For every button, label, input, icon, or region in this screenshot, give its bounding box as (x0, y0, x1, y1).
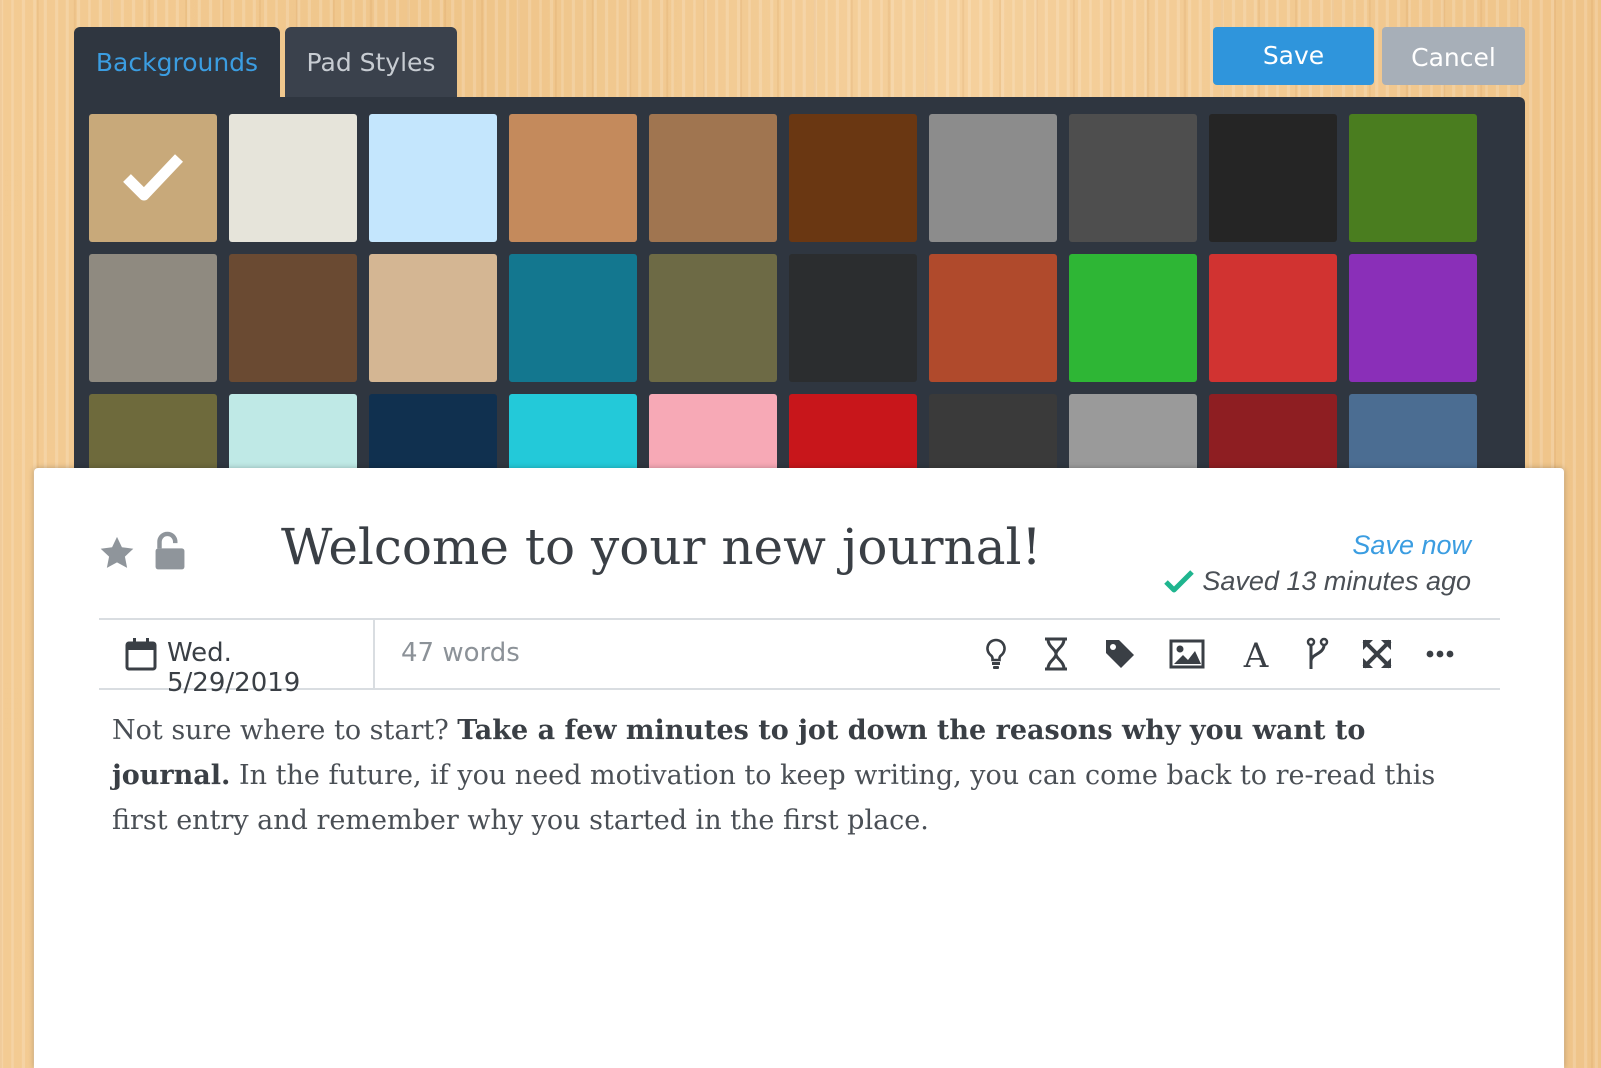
check-icon (1164, 570, 1195, 593)
entry-toolbar: Wed. 5/29/2019 47 words A (99, 618, 1500, 698)
swatch-parquet[interactable] (789, 114, 917, 242)
saved-status-text: Saved 13 minutes ago (1202, 566, 1471, 596)
saved-status: Saved 13 minutes ago (1164, 566, 1471, 597)
swatch-paint-splatter[interactable] (1349, 254, 1477, 382)
swatch-asphalt[interactable] (1069, 114, 1197, 242)
swatch-tree-bark[interactable] (649, 254, 777, 382)
calendar-icon (125, 638, 157, 671)
entry-body-intro: Not sure where to start? (112, 715, 458, 746)
svg-text:A: A (1243, 638, 1269, 670)
swatch-green-leaf[interactable] (1069, 254, 1197, 382)
swatch-brick-wall[interactable] (929, 254, 1057, 382)
swatch-black-leather[interactable] (1209, 114, 1337, 242)
swatch-cream[interactable] (229, 114, 357, 242)
swatch-denim[interactable] (1349, 394, 1477, 469)
swatch-gray-fabric[interactable] (929, 114, 1057, 242)
swatch-red-metal[interactable] (1209, 254, 1337, 382)
cancel-button[interactable]: Cancel (1382, 27, 1525, 85)
tab-pad-styles[interactable]: Pad Styles (285, 27, 457, 99)
swatch-pink-argyle[interactable] (649, 394, 777, 469)
swatch-light-blue[interactable] (369, 114, 497, 242)
swatch-water[interactable] (509, 254, 637, 382)
fullscreen-icon[interactable] (1357, 634, 1397, 674)
tab-backgrounds[interactable]: Backgrounds (74, 27, 280, 99)
branch-icon[interactable] (1297, 634, 1337, 674)
background-picker-panel (74, 97, 1525, 469)
swatch-red-plaid[interactable] (789, 394, 917, 469)
swatch-camouflage[interactable] (89, 394, 217, 469)
entry-title[interactable]: Welcome to your new journal! (281, 518, 1042, 576)
swatch-turquoise-swirl[interactable] (509, 394, 637, 469)
swatch-light-wood[interactable] (89, 114, 217, 242)
swatch-cork[interactable] (509, 114, 637, 242)
swatch-chalkboard[interactable] (789, 254, 917, 382)
entry-date: Wed. 5/29/2019 (167, 638, 301, 698)
entry-body-rest: In the future, if you need motivation to… (112, 760, 1436, 836)
swatch-sky-cloud[interactable] (229, 394, 357, 469)
save-button[interactable]: Save (1213, 27, 1374, 85)
hourglass-icon[interactable] (1036, 634, 1076, 674)
lightbulb-icon[interactable] (976, 634, 1016, 674)
save-now-link[interactable]: Save now (1352, 530, 1471, 561)
swatch-wood-planks[interactable] (649, 114, 777, 242)
swatch-blue-coral[interactable] (369, 394, 497, 469)
swatch-cracked-earth[interactable] (229, 254, 357, 382)
star-icon[interactable] (98, 534, 136, 572)
entry-body[interactable]: Not sure where to start? Take a few minu… (112, 708, 1472, 843)
swatch-black-white-plaid[interactable] (929, 394, 1057, 469)
selected-check-icon (123, 154, 183, 201)
image-icon[interactable] (1167, 634, 1207, 674)
swatch-gray-knit[interactable] (1069, 394, 1197, 469)
swatch-red-black-plaid[interactable] (1209, 394, 1337, 469)
word-count: 47 words (401, 638, 520, 668)
journal-entry-card: Welcome to your new journal! Save now Sa… (34, 468, 1564, 1068)
unlocked-lock-icon[interactable] (154, 530, 186, 572)
swatch-sand[interactable] (369, 254, 497, 382)
tag-icon[interactable] (1100, 634, 1140, 674)
more-icon[interactable] (1420, 634, 1460, 674)
date-picker[interactable]: Wed. 5/29/2019 (99, 620, 375, 698)
swatch-grass[interactable] (1349, 114, 1477, 242)
swatch-pebbles[interactable] (89, 254, 217, 382)
font-icon[interactable]: A (1236, 634, 1276, 674)
